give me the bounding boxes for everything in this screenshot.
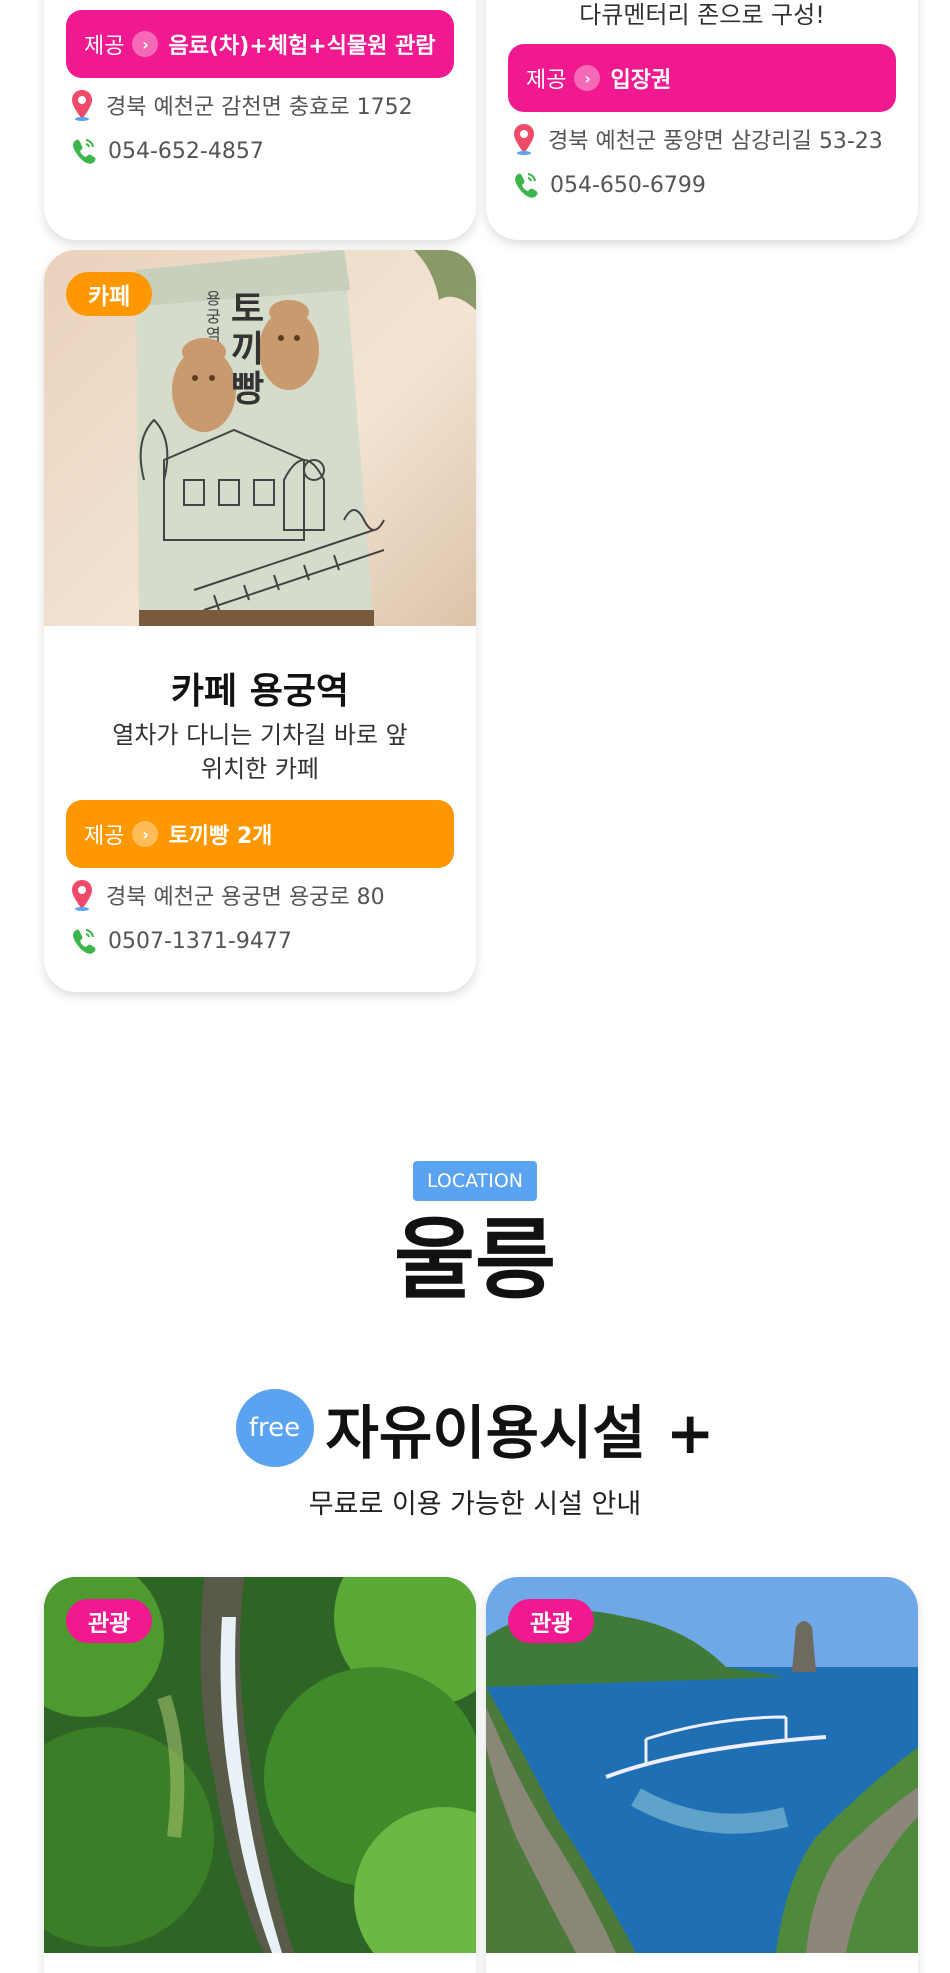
attraction-card-2[interactable]: 다큐멘터리 존으로 구성! 제공 › 입장권 경북 예천군 풍양면 삼강리길 5… (486, 0, 918, 240)
phone-icon (515, 173, 538, 198)
phone-text: 054-650-6799 (550, 172, 706, 198)
provide-banner: 제공 › 토끼빵 2개 (66, 800, 454, 868)
chevron-right-icon: › (574, 65, 601, 91)
phone-text: 054-652-4857 (108, 138, 264, 164)
category-badge: 카페 (66, 272, 153, 316)
card-description: 다큐멘터리 존으로 구성! (579, 1, 825, 29)
card-title: 카페 용궁역 (170, 671, 350, 712)
address-row: 경북 예천군 감천면 충효로 1752 (70, 82, 413, 128)
location-pin-icon (72, 90, 92, 121)
section-subheading: 무료로 이용 가능한 시설 안내 (308, 1489, 642, 1520)
address-row: 경북 예천군 풍양면 삼강리길 53-23 (512, 116, 883, 162)
tour-card-1[interactable]: 관광 (44, 1577, 476, 1973)
cafe-card[interactable]: 토끼빵 용궁역 카페 카페 용궁역 열차가 다니는 기차길 바로 앞 위치한 카… (44, 250, 476, 992)
section-heading: 자유이용시설 + (325, 1399, 715, 1467)
tour-card-2[interactable]: 관광 (486, 1577, 918, 1973)
address-text: 경북 예천군 용궁면 용궁로 80 (106, 885, 385, 910)
free-badge: free (235, 1389, 314, 1467)
provide-banner: 제공 › 입장권 (508, 44, 896, 112)
card-description-line2: 위치한 카페 (200, 755, 320, 783)
provide-banner: 제공 › 음료(차)+체험+식물원 관람 (66, 10, 454, 78)
phone-icon (73, 929, 96, 954)
package-small-text: 용궁역 (206, 289, 221, 344)
category-badge: 관광 (508, 1599, 595, 1643)
category-badge: 관광 (66, 1599, 153, 1643)
phone-text: 0507-1371-9477 (108, 928, 292, 954)
package-text: 토끼빵 (231, 289, 265, 410)
address-text: 경북 예천군 풍양면 삼강리길 53-23 (548, 129, 883, 154)
provide-label: 제공 (84, 824, 125, 849)
provide-value: 토끼빵 2개 (168, 824, 273, 849)
address-row: 경북 예천군 용궁면 용궁로 80 (70, 872, 385, 918)
address-text: 경북 예천군 감천면 충효로 1752 (106, 95, 413, 120)
provide-value: 입장권 (610, 68, 672, 93)
attraction-card-1[interactable]: 제공 › 음료(차)+체험+식물원 관람 경북 예천군 감천면 충효로 1752… (44, 0, 476, 240)
free-facilities-heading: free 자유이용시설 + (0, 1388, 950, 1468)
phone-row[interactable]: 054-650-6799 (512, 162, 706, 208)
phone-icon (73, 139, 96, 164)
location-pin-icon (72, 880, 92, 911)
chevron-right-icon: › (132, 31, 159, 57)
region-title: 울릉 (394, 1208, 556, 1311)
location-tag: LOCATION (413, 1161, 537, 1201)
chevron-right-icon: › (132, 821, 159, 847)
phone-row[interactable]: 0507-1371-9477 (70, 918, 292, 964)
phone-row[interactable]: 054-652-4857 (70, 128, 264, 174)
provide-value: 음료(차)+체험+식물원 관람 (168, 34, 436, 59)
page: 제공 › 음료(차)+체험+식물원 관람 경북 예천군 감천면 충효로 1752… (0, 0, 950, 1973)
provide-label: 제공 (84, 34, 125, 59)
card-description-line1: 열차가 다니는 기차길 바로 앞 (112, 721, 408, 749)
provide-label: 제공 (526, 68, 567, 93)
location-pin-icon (514, 124, 534, 155)
